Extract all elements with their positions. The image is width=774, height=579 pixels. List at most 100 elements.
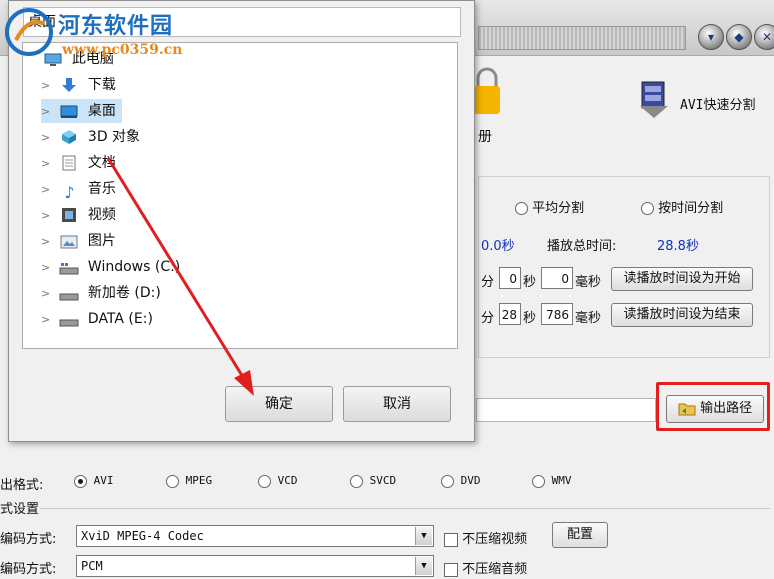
format-wmv-radio[interactable] [532,474,545,488]
format-vcd[interactable]: VCD [258,474,298,488]
format-wmv[interactable]: WMV [532,474,572,488]
config-button[interactable]: 配置 [552,522,608,548]
watermark-emblem-icon [5,8,53,56]
tree-item-music[interactable]: > ♪ 音乐 [41,177,116,202]
total-time-label: 播放总时间: [547,239,617,254]
close-icon[interactable]: ✕ [754,24,774,50]
format-avi-radio[interactable] [74,474,87,488]
tree-item-pictures[interactable]: > 图片 [41,229,116,253]
format-svcd[interactable]: SVCD [350,474,396,488]
average-split-option[interactable]: 平均分割 [515,197,584,216]
document-icon [59,155,79,171]
tree-item-videos[interactable]: > 视频 [41,203,116,227]
no-compress-video-checkbox[interactable] [444,532,458,547]
chevron-right-icon[interactable]: > [41,256,55,280]
no-compress-video-label: 不压缩视频 [462,532,528,547]
format-mpeg-radio[interactable] [166,474,179,488]
tree-item-label: 视频 [87,207,116,223]
format-label: 出格式: [0,478,44,493]
register-label[interactable]: 册 [478,126,492,146]
minimize-icon[interactable]: ▾ [698,24,724,50]
lock-icon [474,67,500,114]
watermark-url: www.pc0359.cn [62,42,183,58]
tree-item-drive-c[interactable]: > Windows (C:) [41,255,180,279]
audio-codec-value: PCM [81,559,103,573]
restore-icon[interactable]: ◆ [726,24,752,50]
chevron-right-icon[interactable]: > [41,230,55,254]
drive-icon [59,285,79,301]
tree-item-drive-d[interactable]: > 新加卷 (D:) [41,281,161,305]
tree-item-label: Windows (C:) [87,259,181,275]
tree-item-documents[interactable]: > 文档 [41,151,116,175]
format-svcd-radio[interactable] [350,474,363,488]
format-dvd-radio[interactable] [441,474,454,488]
chevron-down-icon[interactable]: ▼ [415,557,432,575]
format-wmv-label: WMV [551,474,572,487]
no-compress-audio-checkbox[interactable] [444,562,458,577]
output-path-input[interactable] [476,398,656,422]
desktop-icon [59,103,79,119]
avi-split-label[interactable]: AVI快速分割 [680,94,755,113]
chevron-right-icon[interactable]: > [41,152,55,176]
set-end-button[interactable]: 读播放时间设为结束 [611,303,753,327]
chevron-right-icon[interactable]: > [41,308,55,332]
folder-tree[interactable]: 此电脑 > 下载 > 桌面 > 3D 对象 > 文档 > ♪ 音乐 > 视频 >… [22,42,458,349]
format-vcd-radio[interactable] [258,474,271,488]
format-mpeg-label: MPEG [185,474,213,487]
time-split-option[interactable]: 按时间分割 [641,197,723,216]
average-split-radio[interactable] [515,202,528,215]
chevron-right-icon[interactable]: > [41,282,55,306]
title-decoration-strip [478,26,686,50]
audio-codec-label: 编码方式: [0,562,57,577]
time-split-radio[interactable] [641,202,654,215]
video-codec-select[interactable]: XviD MPEG-4 Codec ▼ [76,525,434,547]
start-second-input[interactable]: 0 [499,267,521,289]
tree-item-label: 桌面 [87,103,116,119]
set-start-button[interactable]: 读播放时间设为开始 [611,267,753,291]
tree-item-3d-objects[interactable]: > 3D 对象 [41,125,140,149]
tree-item-label: 文档 [87,155,116,171]
film-icon [59,207,79,223]
tree-item-downloads[interactable]: > 下载 [41,73,116,97]
no-compress-video-option[interactable]: 不压缩视频 [444,528,527,547]
chevron-down-icon[interactable]: ▼ [415,527,432,545]
chevron-right-icon[interactable]: > [41,126,55,150]
average-split-label: 平均分割 [532,201,585,216]
no-compress-audio-option[interactable]: 不压缩音频 [444,558,527,577]
format-dvd[interactable]: DVD [441,474,481,488]
cube-icon [59,129,79,145]
start-minute-unit: 分 [481,275,495,290]
format-avi[interactable]: AVI [74,474,114,488]
start-second-unit: 秒 [523,275,537,290]
tree-item-desktop[interactable]: > 桌面 [41,99,122,123]
start-ms-unit: 毫秒 [575,275,602,290]
format-mpeg[interactable]: MPEG [166,474,212,488]
start-ms-input[interactable]: 0 [541,267,573,289]
end-second-input[interactable]: 28 [499,303,521,325]
video-codec-value: XviD MPEG-4 Codec [81,529,204,543]
chevron-right-icon[interactable]: > [41,204,55,228]
audio-codec-select[interactable]: PCM ▼ [76,555,434,577]
current-time-value: 0.0秒 [481,239,515,254]
download-arrow-icon [59,77,79,93]
tree-item-label: 下载 [87,77,116,93]
chevron-right-icon[interactable]: > [41,100,55,124]
end-ms-unit: 毫秒 [575,311,602,326]
tree-item-label: 3D 对象 [87,129,141,145]
time-split-label: 按时间分割 [658,201,724,216]
tree-item-label: 新加卷 (D:) [87,285,161,301]
chevron-right-icon[interactable]: > [41,178,55,202]
video-codec-label: 编码方式: [0,532,57,547]
end-ms-input[interactable]: 786 [541,303,573,325]
avi-split-icon[interactable] [636,80,672,120]
cancel-button[interactable]: 取消 [343,386,451,422]
total-time-value: 28.8秒 [657,239,699,254]
picture-icon [59,233,79,249]
tree-item-label: 图片 [87,233,116,249]
ok-button[interactable]: 确定 [225,386,333,422]
highlight-box [656,382,770,431]
end-second-unit: 秒 [523,311,537,326]
tree-item-drive-e[interactable]: > DATA (E:) [41,307,153,331]
music-note-icon: ♪ [64,183,75,202]
chevron-right-icon[interactable]: > [41,74,55,98]
